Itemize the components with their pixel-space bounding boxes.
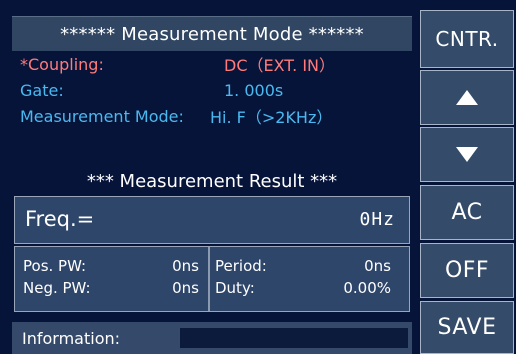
information-label: Information: [22, 329, 121, 348]
information-field [180, 328, 408, 348]
coupling-value: DC（EXT. IN） [224, 56, 336, 75]
softkey-column: CNTR. AC OFF SAVE [420, 10, 514, 354]
coupling-setting[interactable]: *Coupling: DC（EXT. IN） [20, 52, 335, 76]
up-button[interactable] [420, 70, 514, 125]
frequency-panel: Freq.= 0Hz [14, 196, 410, 244]
period-label: Period: [215, 257, 267, 275]
freq-value: 0Hz [359, 209, 395, 230]
down-arrow-icon [456, 147, 478, 162]
save-button[interactable]: SAVE [420, 301, 514, 354]
measurement-mode-value: Hi. F（>2KHz） [210, 108, 333, 127]
off-button[interactable]: OFF [420, 243, 514, 298]
down-button[interactable] [420, 127, 514, 182]
result-header-text: *** Measurement Result *** [86, 170, 338, 192]
up-arrow-icon [456, 90, 478, 105]
neg-pw-value: 0ns [172, 279, 199, 297]
duty-label: Duty: [215, 279, 255, 297]
coupling-label: *Coupling: [20, 54, 104, 74]
ac-button-label: AC [451, 200, 483, 225]
gate-value: 1. 000s [224, 80, 284, 100]
ac-button[interactable]: AC [420, 185, 514, 240]
pos-pw-label: Pos. PW: [23, 257, 87, 275]
period-value: 0ns [364, 257, 391, 275]
panel-divider [208, 247, 210, 311]
mode-title: ****** Measurement Mode ****** [60, 23, 364, 45]
off-button-label: OFF [444, 258, 490, 283]
duty-value: 0.00% [343, 279, 391, 297]
cntr-button[interactable]: CNTR. [420, 10, 514, 68]
measurement-mode-setting[interactable]: Measurement Mode: Hi. F（>2KHz） [20, 104, 332, 128]
cntr-button-label: CNTR. [435, 27, 499, 51]
result-header: *** Measurement Result *** [12, 168, 412, 194]
mode-title-bar: ****** Measurement Mode ****** [12, 16, 412, 51]
freq-label: Freq.= [25, 207, 95, 231]
measurement-mode-label: Measurement Mode: [20, 106, 184, 126]
information-bar: Information: [12, 322, 412, 354]
pos-pw-value: 0ns [172, 257, 199, 275]
neg-pw-label: Neg. PW: [23, 279, 91, 297]
counter-screen: ****** Measurement Mode ****** *Coupling… [0, 0, 516, 354]
pulse-width-panel: Pos. PW: 0ns Neg. PW: 0ns Period: 0ns Du… [14, 246, 410, 312]
save-button-label: SAVE [437, 315, 497, 340]
gate-label: Gate: [20, 80, 64, 100]
gate-setting[interactable]: Gate: 1. 000s [20, 78, 283, 102]
